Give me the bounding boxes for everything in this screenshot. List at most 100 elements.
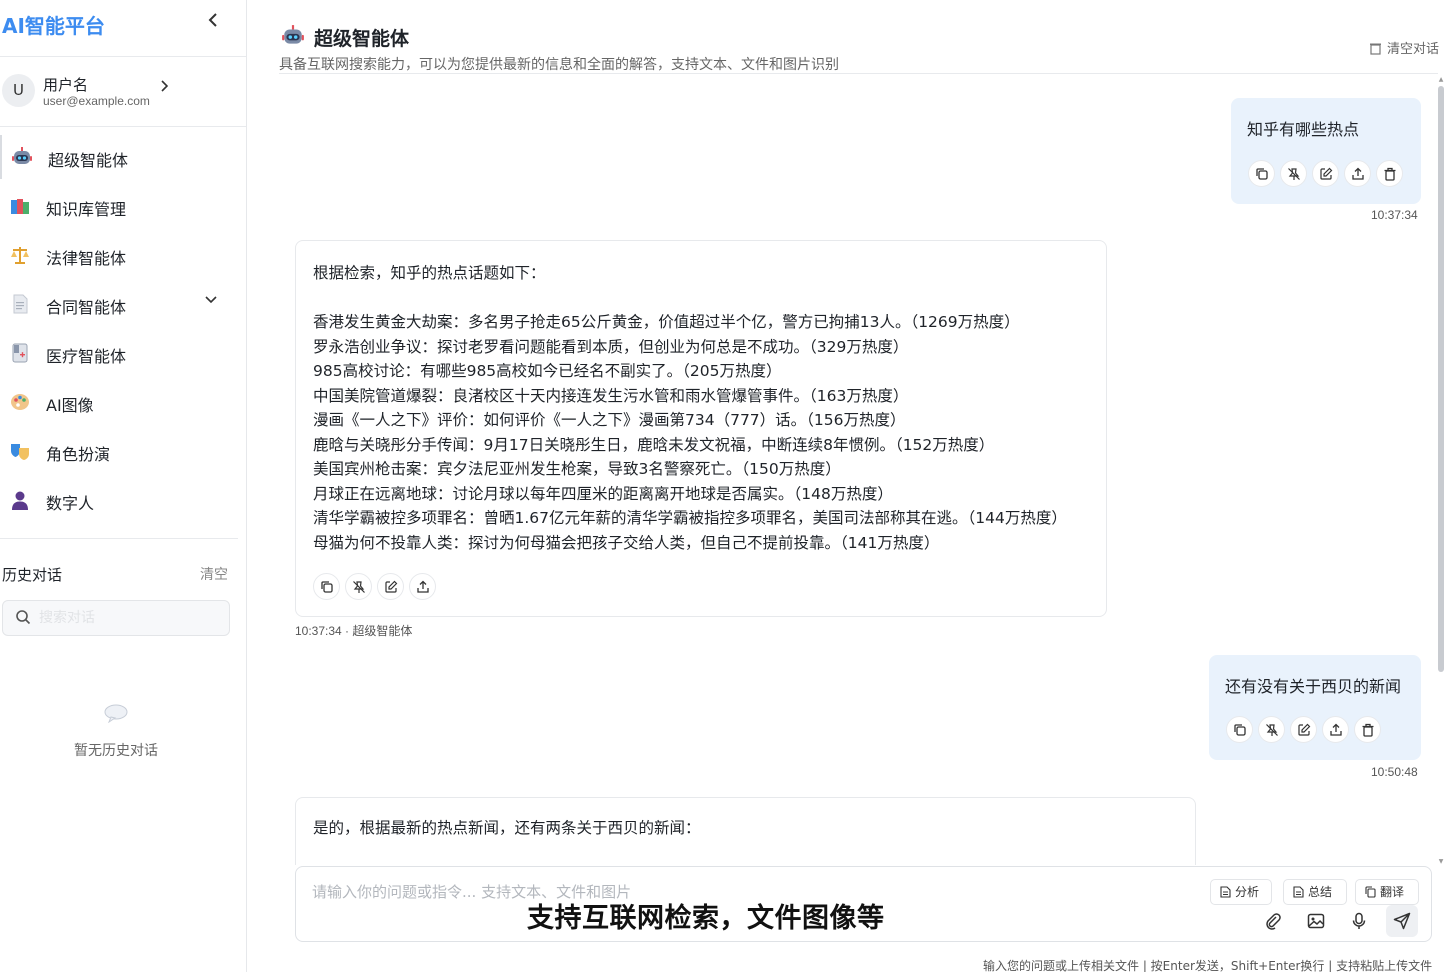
nav-item-super-agent[interactable]: 超级智能体 xyxy=(0,135,238,179)
user-email: user@example.com xyxy=(43,94,150,108)
chip-label: 总结 xyxy=(1308,885,1333,899)
share-button[interactable] xyxy=(1322,716,1349,743)
collapse-sidebar-button[interactable] xyxy=(204,10,222,34)
page-subtitle: 具备互联网搜索能力，可以为您提供最新的信息和全面的解答，支持文本、文件和图片识别 xyxy=(279,57,839,73)
message-line: 是的，根据最新的热点新闻，还有两条关于西贝的新闻： xyxy=(313,819,701,837)
trash-icon xyxy=(1362,723,1374,737)
input-hint: 输入您的问题或上传相关文件 | 按Enter发送，Shift+Enter换行 |… xyxy=(983,959,1433,972)
nav-item-ai-image[interactable]: AI图像 xyxy=(0,380,238,424)
chip-label: 翻译 xyxy=(1380,885,1405,899)
paperclip-icon xyxy=(1266,913,1281,930)
nav-item-medical-agent[interactable]: 医疗智能体 xyxy=(0,331,238,375)
pin-off-icon xyxy=(1266,724,1278,736)
chat-scrollbar[interactable]: ▲ ▼ xyxy=(1437,76,1445,866)
message-actions xyxy=(1226,716,1388,744)
document-icon xyxy=(9,293,31,315)
chevron-left-icon xyxy=(208,13,217,27)
history-search xyxy=(2,600,230,636)
nav-item-contract-agent[interactable]: 合同智能体 xyxy=(0,282,238,326)
share-icon xyxy=(1330,723,1342,736)
nav-label: 角色扮演 xyxy=(46,445,111,464)
scales-icon xyxy=(9,244,31,266)
edit-button[interactable] xyxy=(1312,160,1339,187)
nav-item-role-play[interactable]: 角色扮演 xyxy=(0,429,238,473)
chevron-down-icon xyxy=(205,292,217,308)
message-line: 漫画《一人之下》评价：如何评价《一人之下》漫画第734（777）话。（156万热… xyxy=(313,411,906,429)
nav-label: 合同智能体 xyxy=(46,298,127,317)
chat-bubble-icon xyxy=(104,704,128,723)
share-icon xyxy=(417,580,429,593)
summarize-button[interactable]: 总结 xyxy=(1283,879,1347,905)
user-message: 还有没有关于西贝的新闻 xyxy=(1209,655,1421,760)
scroll-thumb[interactable] xyxy=(1438,86,1444,672)
copy-icon xyxy=(1365,886,1376,898)
sidebar: AI智能平台 U 用户名 user@example.com 超级智能体 知识库管… xyxy=(0,0,247,972)
unpin-button[interactable] xyxy=(345,573,372,600)
image-icon xyxy=(1307,913,1325,929)
divider xyxy=(0,56,246,57)
message-text: 还有没有关于西贝的新闻 xyxy=(1225,677,1402,696)
divider xyxy=(0,126,246,127)
books-icon xyxy=(9,195,31,217)
history-clear-button[interactable]: 清空 xyxy=(200,564,228,584)
message-line: 月球正在远离地球：讨论月球以每年四厘米的距离离开地球是否属实。（148万热度） xyxy=(313,484,893,503)
scroll-up-arrow-icon[interactable]: ▲ xyxy=(1437,76,1445,84)
edit-button[interactable] xyxy=(377,573,404,600)
translate-button[interactable]: 翻译 xyxy=(1355,879,1419,905)
analyze-button[interactable]: 分析 xyxy=(1210,879,1272,905)
assistant-message: 根据检索，知乎的热点话题如下： 香港发生黄金大劫案：多名男子抢走65公斤黄金，价… xyxy=(295,240,1107,617)
pin-off-icon xyxy=(1288,168,1300,180)
message-line: 根据检索，知乎的热点话题如下： xyxy=(313,264,546,282)
brand-logo: AI智能平台 xyxy=(2,14,105,38)
message-time: 10:37:34 xyxy=(1371,208,1418,222)
search-icon xyxy=(16,610,31,625)
message-line: 985高校讨论：有哪些985高校如今已经名不副实了。（205万热度） xyxy=(313,362,782,380)
chip-label: 分析 xyxy=(1235,885,1260,899)
history-empty-text: 暂无历史对话 xyxy=(74,743,158,759)
nav-label: 数字人 xyxy=(46,494,95,513)
send-icon xyxy=(1393,912,1411,930)
clear-chat-label: 清空对话 xyxy=(1387,42,1440,57)
delete-button[interactable] xyxy=(1376,160,1403,187)
video-caption-overlay: 支持互联网检索，文件图像等 xyxy=(527,903,885,934)
message-line: 美国宾州枪击案：宾夕法尼亚州发生枪案，导致3名警察死亡。（150万热度） xyxy=(313,460,841,478)
voice-input-button[interactable] xyxy=(1345,907,1373,935)
unpin-button[interactable] xyxy=(1258,716,1285,743)
user-message: 知乎有哪些热点 xyxy=(1231,98,1421,204)
clear-chat-button[interactable]: 清空对话 xyxy=(1369,38,1439,57)
copy-button[interactable] xyxy=(1226,716,1253,743)
copy-button[interactable] xyxy=(1248,160,1275,187)
nav-label: AI图像 xyxy=(46,396,94,415)
delete-button[interactable] xyxy=(1354,716,1381,743)
document-icon xyxy=(1293,886,1304,898)
upload-image-button[interactable] xyxy=(1302,907,1330,935)
document-icon xyxy=(1220,886,1231,898)
share-button[interactable] xyxy=(409,573,436,600)
header-divider xyxy=(279,73,1438,74)
unpin-button[interactable] xyxy=(1280,160,1307,187)
person-icon xyxy=(9,489,31,511)
share-icon xyxy=(1352,167,1364,180)
nav-item-knowledge-base[interactable]: 知识库管理 xyxy=(0,184,238,228)
message-line-blank xyxy=(313,286,1067,311)
page-title: 超级智能体 xyxy=(314,28,410,50)
edit-button[interactable] xyxy=(1290,716,1317,743)
message-line: 清华学霸被控多项罪名：曾晒1.67亿元年薪的清华学霸被指控多项罪名，美国司法部称… xyxy=(313,509,1067,527)
history-search-input[interactable] xyxy=(39,607,219,629)
robot-icon xyxy=(281,24,305,48)
nav-item-legal-agent[interactable]: 法律智能体 xyxy=(0,233,238,277)
history-title: 历史对话 xyxy=(2,566,63,584)
attach-file-button[interactable] xyxy=(1259,907,1287,935)
user-profile[interactable]: U 用户名 user@example.com xyxy=(2,72,242,114)
robot-icon xyxy=(11,146,33,168)
copy-button[interactable] xyxy=(313,573,340,600)
copy-icon xyxy=(1256,168,1268,180)
share-button[interactable] xyxy=(1344,160,1371,187)
edit-icon xyxy=(1320,167,1333,180)
message-line: 鹿晗与关晓彤分手传闻：9月17日关晓彤生日，鹿晗未发文祝福，中断连续8年惯例。（… xyxy=(313,435,995,454)
chevron-right-icon xyxy=(160,80,169,96)
send-button[interactable] xyxy=(1386,905,1418,937)
message-text: 根据检索，知乎的热点话题如下： 香港发生黄金大劫案：多名男子抢走65公斤黄金，价… xyxy=(313,261,1067,555)
message-line: 罗永浩创业争议：探讨老罗看问题能看到本质，但创业为何总是不成功。（329万热度） xyxy=(313,337,909,356)
nav-item-digital-human[interactable]: 数字人 xyxy=(0,478,238,522)
